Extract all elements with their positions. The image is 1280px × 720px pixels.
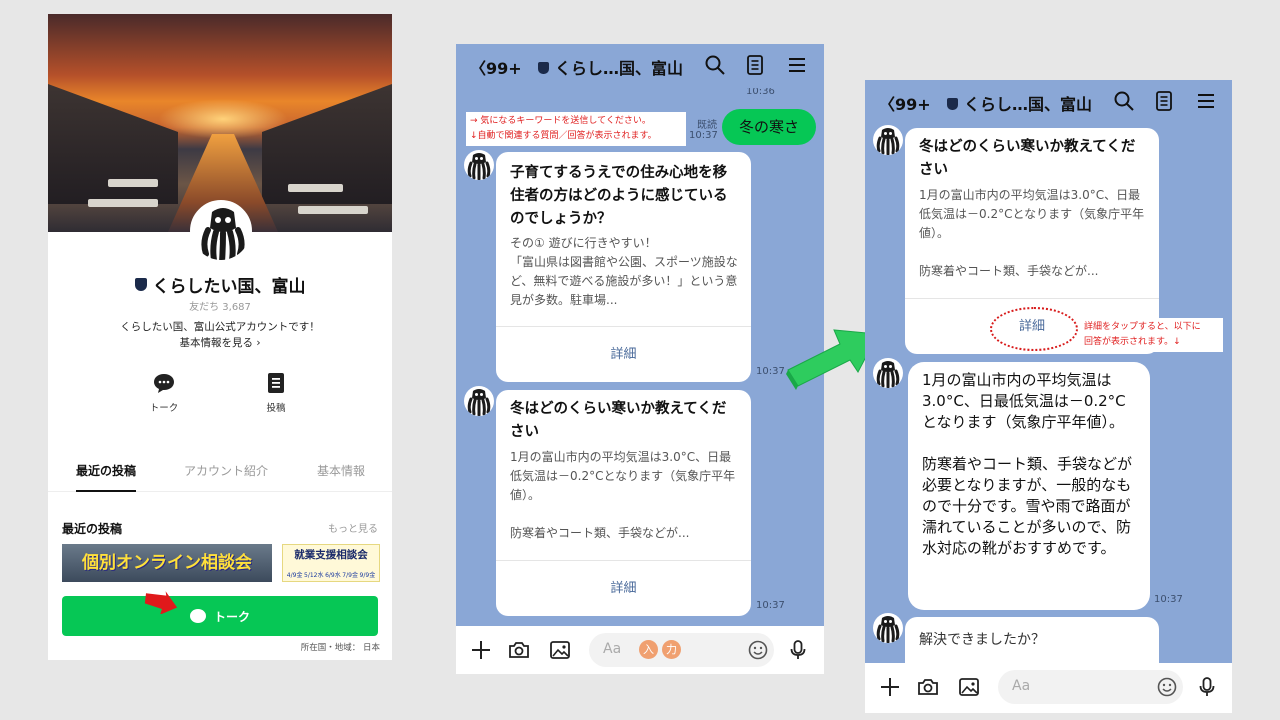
- microphone-icon[interactable]: [1196, 676, 1218, 698]
- chevron-left-icon: 〈: [470, 59, 487, 78]
- plus-icon[interactable]: [470, 639, 492, 661]
- emoji-icon[interactable]: [747, 639, 769, 661]
- account-name: くらしたい国、富山: [48, 272, 392, 297]
- image-icon[interactable]: [549, 639, 571, 661]
- bot-avatar[interactable]: [873, 613, 903, 643]
- user-message-bubble: 冬の寒さ: [722, 109, 816, 145]
- account-avatar[interactable]: [190, 200, 252, 262]
- chat-title: くらし…国、富山: [947, 91, 1092, 115]
- image-icon[interactable]: [958, 676, 980, 698]
- microphone-icon[interactable]: [787, 639, 809, 661]
- profile-tabs: 最近の投稿 アカウント紹介 基本情報: [48, 462, 392, 492]
- notes-icon[interactable]: [1153, 90, 1175, 112]
- friends-count: 友だち 3,687: [189, 302, 251, 313]
- chat-icon: [153, 372, 175, 394]
- chevron-right-icon: ›: [256, 337, 261, 349]
- detail-button[interactable]: 詳細: [496, 326, 751, 382]
- tab-recent-posts[interactable]: 最近の投稿: [76, 462, 137, 492]
- chat-screen-2: 〈99+ くらし…国、富山 冬はどのくらい寒いか教えてください 1月の富山市内の…: [865, 80, 1232, 713]
- bot-avatar[interactable]: [873, 125, 903, 155]
- plus-icon[interactable]: [879, 676, 901, 698]
- chat-title: くらし…国、富山: [538, 55, 683, 79]
- bot-avatar[interactable]: [873, 358, 903, 388]
- back-button[interactable]: 〈99+: [879, 91, 931, 115]
- back-button[interactable]: 〈99+: [470, 55, 522, 79]
- bot-avatar[interactable]: [464, 386, 494, 416]
- verified-shield-icon: [947, 98, 958, 110]
- menu-icon[interactable]: [786, 54, 808, 76]
- post-action[interactable]: 投稿: [246, 372, 306, 414]
- see-more-link[interactable]: もっと見る: [328, 520, 378, 535]
- detail-highlight-circle: [990, 307, 1078, 351]
- country-label: 所在国・地域： 日本: [300, 643, 380, 653]
- chat-header: 〈99+ くらし…国、富山: [456, 44, 824, 88]
- input-badge: 力: [662, 640, 681, 659]
- search-icon[interactable]: [1113, 90, 1135, 112]
- chevron-left-icon: 〈: [879, 95, 896, 114]
- verified-shield-icon: [134, 278, 147, 291]
- detail-button[interactable]: 詳細: [496, 560, 751, 616]
- chat-screen-1: 10:36 〈99+ くらし…国、富山 → 気になるキーワードを送信してください…: [456, 44, 824, 674]
- chat-input-bar: Aa: [865, 663, 1232, 713]
- chat-input-bar: Aa 入 力: [456, 626, 824, 674]
- camera-icon[interactable]: [508, 639, 530, 661]
- red-arrow-icon: [144, 591, 178, 614]
- talk-action[interactable]: トーク: [134, 372, 194, 414]
- post-icon: [265, 372, 287, 394]
- chat-header: 〈99+ くらし…国、富山: [865, 80, 1232, 124]
- message-input[interactable]: Aa: [998, 670, 1183, 704]
- account-description: くらしたい国、富山公式アカウントです！: [120, 321, 320, 333]
- input-badge: 入: [639, 640, 658, 659]
- emoji-icon[interactable]: [1156, 676, 1178, 698]
- faq-card-2: 冬はどのくらい寒いか教えてください 1月の富山市内の平均気温は3.0°C、日最低…: [496, 390, 751, 616]
- chat-bubble-icon: [189, 609, 206, 623]
- detail-instruction-note: 詳細をタップすると、以下に 回答が表示されます。↓: [1080, 318, 1223, 352]
- search-icon[interactable]: [704, 54, 726, 76]
- notes-icon[interactable]: [744, 54, 766, 76]
- job-support-banner[interactable]: 就業支援相談会 4/9金 5/12水 6/9水 7/9金 9/9金: [282, 544, 380, 582]
- faq-card-1: 子育てするうえでの住み心地を移住者の方はどのように感じているのでしょうか？ その…: [496, 152, 751, 382]
- tab-account-intro[interactable]: アカウント紹介: [184, 462, 268, 492]
- menu-icon[interactable]: [1195, 90, 1217, 112]
- bot-avatar[interactable]: [464, 150, 494, 180]
- answer-bubble: 1月の富山市内の平均気温は3.0°C、日最低気温は－0.2°Cとなります（気象庁…: [908, 362, 1150, 610]
- online-consult-banner[interactable]: 個別オンライン相談会: [62, 544, 272, 582]
- talk-button[interactable]: トーク: [62, 596, 378, 636]
- account-profile-panel: くらしたい国、富山 友だち 3,687 くらしたい国、富山公式アカウントです！ …: [48, 14, 392, 660]
- basic-info-link[interactable]: 基本情報を見る ›: [48, 335, 392, 350]
- instruction-note: → 気になるキーワードを送信してください。 ↓自動で関連する質問／回答が表示され…: [466, 112, 686, 146]
- recent-posts-title: 最近の投稿: [62, 522, 123, 536]
- message-input[interactable]: Aa 入 力: [589, 633, 774, 667]
- camera-icon[interactable]: [917, 676, 939, 698]
- verified-shield-icon: [538, 62, 549, 74]
- tab-basic-info[interactable]: 基本情報: [317, 462, 365, 492]
